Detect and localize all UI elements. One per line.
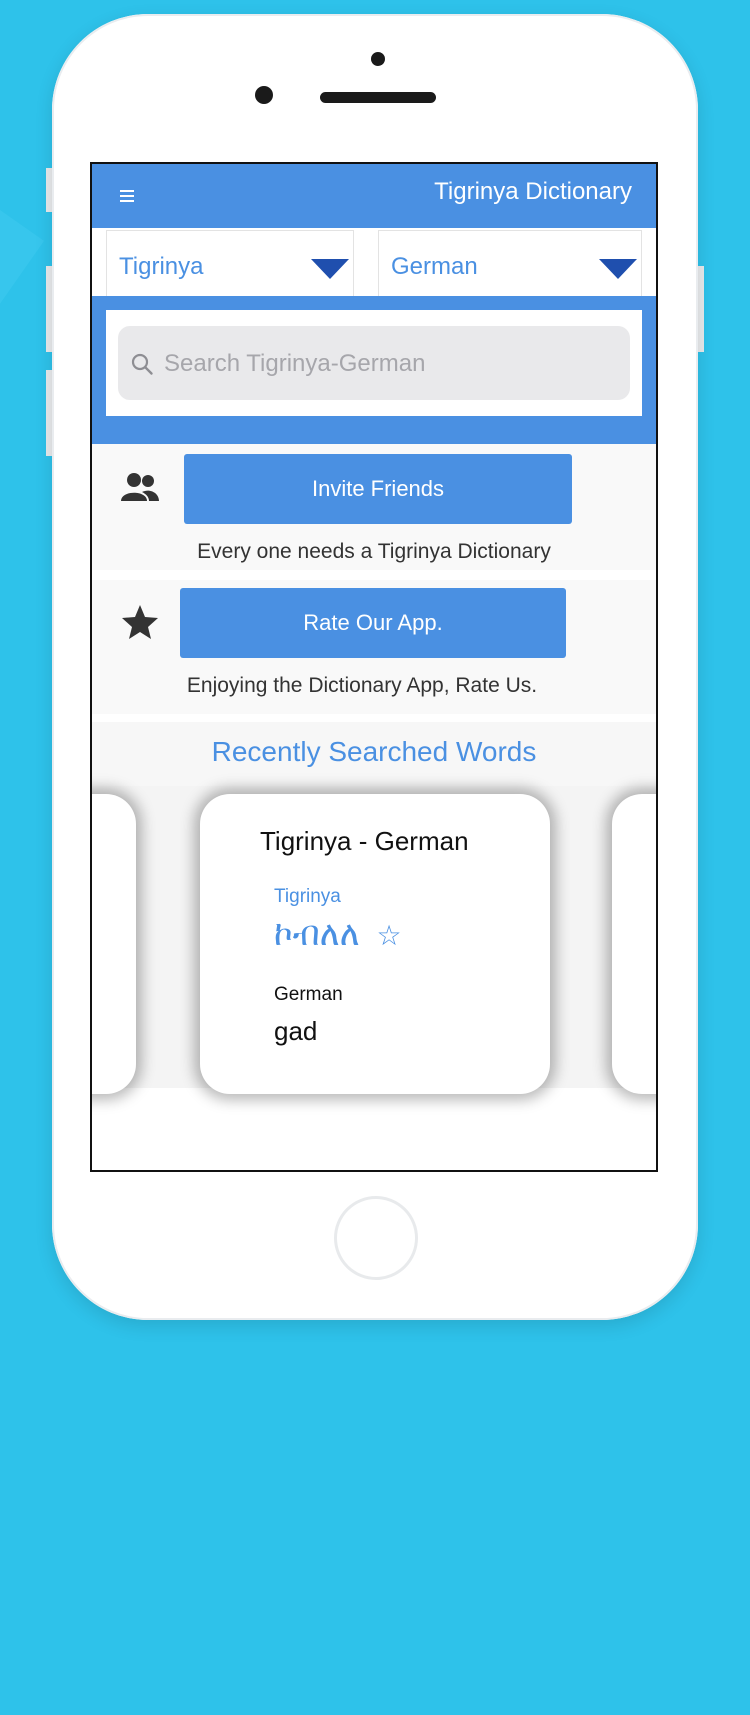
recent-words-carousel[interactable]: Tigrinya - German Tigrinya ኮብለለ ☆ German…	[92, 786, 656, 1094]
target-language-label: German	[391, 253, 478, 280]
app-screen: Tigrinya Dictionary Tigrinya German Sear…	[90, 162, 658, 1172]
recent-word-card-previous[interactable]	[92, 794, 136, 1094]
source-language-select[interactable]: Tigrinya	[106, 230, 354, 296]
front-camera	[255, 86, 273, 104]
source-word-text: ኮብለለ	[274, 914, 360, 954]
language-selector-row: Tigrinya German	[92, 228, 656, 296]
background-stripe	[0, 0, 45, 1715]
source-language-label: Tigrinya	[119, 253, 204, 280]
source-language-caption: Tigrinya	[274, 886, 341, 907]
search-input[interactable]	[162, 326, 626, 402]
rate-caption: Enjoying the Dictionary App, Rate Us.	[186, 674, 538, 697]
recent-section: Recently Searched Words Tigrinya - Germa…	[92, 722, 656, 1170]
target-word: gad	[274, 1016, 318, 1046]
card-heading: Tigrinya - German	[260, 826, 469, 856]
rate-section: Rate Our App. Enjoying the Dictionary Ap…	[92, 580, 656, 714]
target-language-select[interactable]: German	[378, 230, 642, 296]
star-icon	[122, 605, 158, 639]
proximity-sensor	[371, 52, 385, 66]
app-title: Tigrinya Dictionary	[434, 178, 632, 205]
search-field[interactable]	[118, 326, 630, 402]
invite-friends-button[interactable]: Invite Friends	[184, 454, 572, 524]
target-language-caption: German	[274, 984, 343, 1005]
recent-word-card[interactable]: Tigrinya - German Tigrinya ኮብለለ ☆ German…	[200, 794, 550, 1094]
hamburger-menu-icon[interactable]	[120, 190, 134, 202]
home-button[interactable]	[334, 1196, 418, 1280]
search-band	[92, 296, 656, 444]
dropdown-caret-icon	[311, 259, 349, 279]
section-divider	[92, 570, 656, 580]
search-container	[106, 310, 642, 416]
dropdown-caret-icon	[599, 259, 637, 279]
recent-title-band: Recently Searched Words	[92, 722, 656, 786]
recent-word-card-next[interactable]	[612, 794, 656, 1094]
rate-app-button[interactable]: Rate Our App.	[180, 588, 566, 658]
search-icon	[131, 353, 153, 375]
nav-bar: Tigrinya Dictionary	[92, 164, 656, 228]
users-icon	[121, 473, 159, 501]
favorite-star-icon[interactable]: ☆	[376, 919, 401, 952]
earpiece-speaker	[320, 92, 436, 103]
invite-caption: Every one needs a Tigrinya Dictionary	[197, 540, 551, 563]
recent-title: Recently Searched Words	[211, 736, 537, 767]
source-word: ኮብለለ ☆	[274, 914, 402, 954]
invite-section: Invite Friends Every one needs a Tigriny…	[92, 444, 656, 570]
